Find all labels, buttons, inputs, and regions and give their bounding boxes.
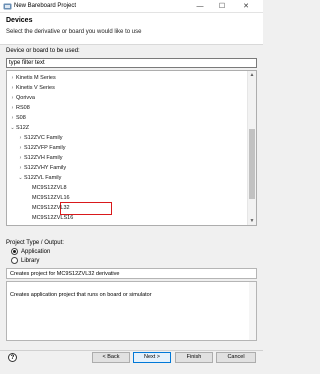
tree-item[interactable]: › Kinetis V Series bbox=[9, 83, 55, 93]
app-icon bbox=[3, 3, 12, 10]
chevron-right-icon[interactable]: › bbox=[9, 93, 16, 103]
tree-item[interactable]: ⌄S12ZVL Family bbox=[17, 173, 61, 183]
tree-item[interactable]: › RS08 bbox=[9, 103, 30, 113]
tree-item-label: S12ZVC Family bbox=[24, 135, 63, 141]
device-tree[interactable]: › Kinetis M Series › Kinetis V Series › Qor… bbox=[6, 70, 257, 226]
tree-item-label: RS08 bbox=[16, 105, 30, 111]
chevron-right-icon[interactable]: › bbox=[9, 83, 16, 93]
tree-scrollbar[interactable]: ▲ ▼ bbox=[247, 71, 256, 225]
chevron-right-icon[interactable]: › bbox=[17, 163, 24, 173]
finish-button[interactable]: Finish bbox=[175, 352, 213, 363]
chevron-right-icon[interactable]: › bbox=[9, 113, 16, 123]
tree-item[interactable]: › S08 bbox=[9, 113, 26, 123]
chevron-right-icon[interactable]: › bbox=[17, 143, 24, 153]
application-label[interactable]: Application bbox=[21, 249, 50, 255]
chevron-right-icon[interactable]: › bbox=[17, 133, 24, 143]
tree-item-label: S12ZVL Family bbox=[24, 175, 62, 181]
tree-item-label: Qorivva bbox=[16, 95, 35, 101]
tree-item[interactable]: › Qorivva bbox=[9, 93, 35, 103]
chevron-down-icon[interactable]: ⌄ bbox=[17, 173, 24, 183]
library-radio[interactable] bbox=[11, 257, 18, 264]
tree-item[interactable]: ⌄S12Z bbox=[9, 123, 29, 133]
back-button[interactable]: < Back bbox=[92, 352, 130, 363]
maximize-button[interactable]: ☐ bbox=[213, 1, 231, 12]
tree-item-label: MC9S12ZVL32 bbox=[32, 205, 70, 211]
tree-item-label: MC9S12ZVL8 bbox=[32, 185, 67, 191]
application-radio[interactable] bbox=[11, 248, 18, 255]
tree-item-label: S12ZVHY Family bbox=[24, 165, 67, 171]
help-icon[interactable]: ? bbox=[8, 353, 17, 362]
description-scrollbar[interactable] bbox=[249, 282, 256, 340]
tree-item-label: S12Z bbox=[16, 125, 30, 131]
chevron-right-icon[interactable]: › bbox=[9, 103, 16, 113]
tree-item-label: S08 bbox=[16, 115, 26, 121]
scroll-thumb[interactable] bbox=[249, 129, 255, 199]
chevron-down-icon[interactable]: ⌄ bbox=[9, 123, 16, 133]
tree-item[interactable]: › S12ZVC Family bbox=[17, 133, 63, 143]
project-type-label: Project Type / Output: bbox=[6, 240, 64, 246]
tree-item[interactable]: › S12ZVH Family bbox=[17, 153, 63, 163]
library-label[interactable]: Library bbox=[21, 258, 39, 264]
scroll-up-icon[interactable]: ▲ bbox=[248, 71, 256, 79]
close-button[interactable]: ✕ bbox=[237, 1, 255, 12]
window-title: New Bareboard Project bbox=[14, 3, 77, 9]
tree-item[interactable]: › S12ZVHY Family bbox=[17, 163, 66, 173]
footer-divider bbox=[0, 350, 263, 351]
tree-item[interactable]: › S12ZVFP Family bbox=[17, 143, 66, 153]
tree-item-label: Kinetis M Series bbox=[16, 75, 56, 81]
tree-item-label: MC9S12ZVL16 bbox=[32, 195, 70, 201]
filter-input[interactable]: type filter text bbox=[6, 58, 257, 68]
description-detail: Creates application project that runs on… bbox=[10, 292, 152, 298]
description-detail-box: Creates application project that runs on… bbox=[6, 281, 257, 341]
page-title: Devices bbox=[6, 17, 33, 24]
tree-item[interactable]: › Kinetis M Series bbox=[9, 73, 56, 83]
next-button[interactable]: Next > bbox=[133, 352, 171, 363]
tree-item-label: S12ZVH Family bbox=[24, 155, 63, 161]
cancel-button[interactable]: Cancel bbox=[216, 352, 256, 363]
description-summary: Creates project for MC9S12ZVL32 derivati… bbox=[6, 268, 257, 279]
minimize-button[interactable]: — bbox=[191, 1, 209, 12]
tree-item[interactable]: MC9S12ZVLS16 bbox=[25, 213, 73, 223]
tree-item-label: Kinetis V Series bbox=[16, 85, 55, 91]
chevron-right-icon[interactable]: › bbox=[17, 153, 24, 163]
tree-item-selected[interactable]: MC9S12ZVL32 bbox=[25, 203, 70, 213]
tree-item-label: S12ZVFP Family bbox=[24, 145, 66, 151]
scroll-down-icon[interactable]: ▼ bbox=[248, 217, 256, 225]
tree-item-label: MC9S12ZVLS16 bbox=[32, 215, 74, 221]
device-label: Device or board to be used: bbox=[6, 48, 80, 54]
chevron-right-icon[interactable]: › bbox=[9, 73, 16, 83]
tree-item[interactable]: MC9S12ZVL8 bbox=[25, 183, 67, 193]
page-subtitle: Select the derivative or board you would… bbox=[6, 29, 142, 35]
